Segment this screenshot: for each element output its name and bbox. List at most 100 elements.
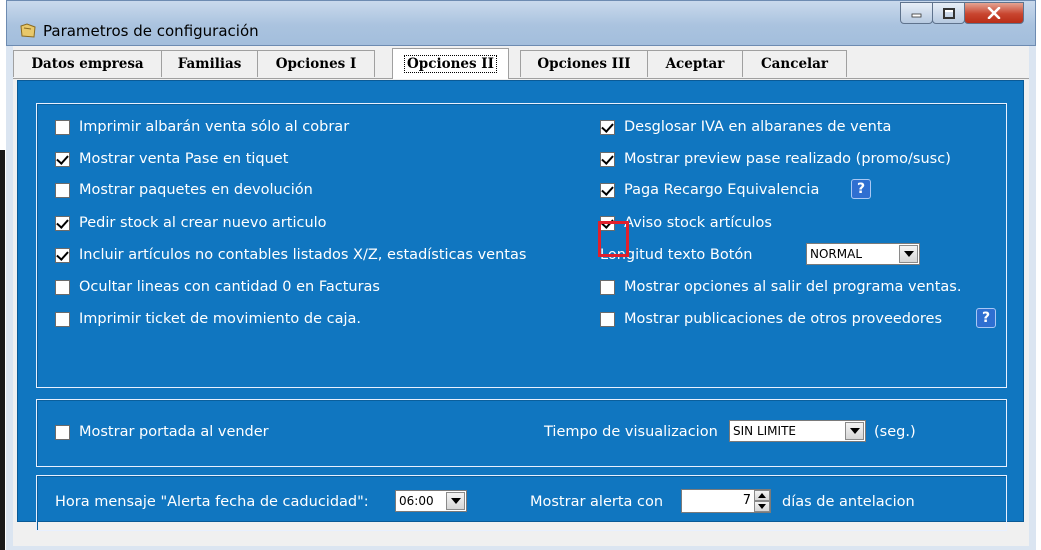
hora-select[interactable]: 06:00 [395,490,467,512]
tab-label: Opciones I [275,56,357,72]
maximize-icon [942,7,955,19]
select-value: SIN LIMITE [733,424,796,438]
app-icon [20,23,36,38]
option-label: Mostrar paquetes en devolución [79,182,313,198]
option-row[interactable]: Paga Recargo Equivalencia [600,180,819,200]
tiempo-select[interactable]: SIN LIMITE [729,420,866,442]
stepper-buttons [754,490,770,512]
tab-aceptar[interactable]: Aceptar [647,50,743,77]
highlight-box [598,221,629,257]
option-row[interactable]: Imprimir albarán venta sólo al cobrar [55,117,349,137]
checkbox[interactable] [55,424,70,440]
tab-label: Cancelar [760,56,829,72]
background-edge [0,150,5,550]
checkbox[interactable] [55,247,70,263]
option-label: Pedir stock al crear nuevo articulo [79,215,327,231]
tab-familias[interactable]: Familias [161,50,258,77]
option-label: Mostrar opciones al salir del programa v… [624,279,962,295]
maximize-button[interactable] [932,2,965,24]
option-row[interactable]: Pedir stock al crear nuevo articulo [55,213,327,233]
option-label: Mostrar preview pase realizado (promo/su… [624,151,951,167]
option-label: Paga Recargo Equivalencia [624,182,820,198]
option-row[interactable]: Incluir artículos no contables listados … [55,245,526,265]
checkbox[interactable] [600,311,615,327]
option-row[interactable]: Mostrar preview pase realizado (promo/su… [600,149,951,169]
checkbox[interactable] [600,151,615,167]
option-label: Imprimir ticket de movimiento de caja. [79,311,361,327]
select-value: 06:00 [399,494,434,508]
chevron-down-icon [849,428,860,434]
tab-cancelar[interactable]: Cancelar [742,50,847,77]
option-label: Mostrar portada al vender [79,424,269,440]
mostrar-alerta-row: Mostrar alerta con [530,492,663,512]
checkbox[interactable] [55,279,70,295]
dias-value[interactable]: 7 [682,490,754,512]
config-window: Parametros de configuración Datos empres… [6,0,1036,550]
option-label: Ocultar lineas con cantidad 0 en Factura… [79,279,380,295]
tab-opciones-iii[interactable]: Opciones III [520,50,648,77]
arrow-up-icon [758,493,766,498]
dias-label: días de antelacion [782,494,915,510]
option-row[interactable]: Mostrar venta Pase en tiquet [55,149,288,169]
tab-opciones-ii[interactable]: Opciones II [392,48,509,79]
option-row[interactable]: Ocultar lineas con cantidad 0 en Factura… [55,277,380,297]
minimize-button[interactable] [900,2,933,24]
option-label: Mostrar venta Pase en tiquet [79,151,289,167]
dias-stepper[interactable]: 7 [681,489,771,513]
tiempo-unit: (seg.) [874,424,916,440]
mostrar-alerta-label: Mostrar alerta con [530,494,664,510]
tiempo-label: Tiempo de visualizacion [544,424,718,440]
dias-row: días de antelacion [782,492,915,512]
help-icon[interactable]: ? [976,308,996,328]
help-icon[interactable]: ? [851,179,871,199]
checkbox[interactable] [55,311,70,327]
dropdown-button[interactable] [899,245,918,263]
dropdown-button[interactable] [845,422,864,440]
tab-opciones-i[interactable]: Opciones I [257,50,375,77]
option-label: Incluir artículos no contables listados … [79,247,527,263]
chevron-down-icon [450,498,461,504]
checkbox[interactable] [600,119,615,135]
stepper-up-button[interactable] [754,490,770,501]
checkbox[interactable] [55,119,70,135]
option-row[interactable]: Mostrar publicaciones de otros proveedor… [600,309,942,329]
hora-row: Hora mensaje "Alerta fecha de caducidad"… [55,492,369,512]
title-bar[interactable]: Parametros de configuración [6,0,1036,46]
window-title: Parametros de configuración [43,22,259,40]
tiempo-row: Tiempo de visualizacion [544,422,718,442]
checkbox[interactable] [55,215,70,231]
tab-label: Opciones II [404,55,497,73]
chevron-down-icon [903,251,914,257]
option-label: Aviso stock artículos [624,215,772,231]
option-label: Imprimir albarán venta sólo al cobrar [79,119,350,135]
close-button[interactable] [964,2,1024,24]
arrow-down-icon [758,504,766,509]
portada-row[interactable]: Mostrar portada al vender [55,422,269,442]
tab-datos-empresa[interactable]: Datos empresa [13,50,162,77]
option-row[interactable]: Desglosar IVA en albaranes de venta [600,117,891,137]
tab-label: Familias [177,56,242,72]
alerta-group: Hora mensaje "Alerta fecha de caducidad"… [36,475,1007,531]
checkbox[interactable] [600,279,615,295]
window-client: Datos empresa Familias Opciones I Opcion… [13,46,1029,546]
checkbox[interactable] [600,182,615,198]
hora-label: Hora mensaje "Alerta fecha de caducidad"… [55,494,369,510]
checkbox[interactable] [55,182,70,198]
option-row[interactable]: Imprimir ticket de movimiento de caja. [55,309,361,329]
option-row[interactable]: Mostrar opciones al salir del programa v… [600,277,961,297]
checkbox[interactable] [55,151,70,167]
options-panel: Imprimir albarán venta sólo al cobrar Mo… [17,80,1024,531]
option-label: Mostrar publicaciones de otros proveedor… [624,311,943,327]
tab-bar: Datos empresa Familias Opciones I Opcion… [13,46,1029,79]
tab-label: Aceptar [665,56,725,72]
select-value: NORMAL [810,247,863,261]
option-row[interactable]: Mostrar paquetes en devolución [55,180,313,200]
dropdown-button[interactable] [446,492,465,510]
close-icon [987,7,1001,19]
stepper-down-button[interactable] [754,501,770,512]
longitud-texto-select[interactable]: NORMAL [806,243,920,265]
portada-group: Mostrar portada al vender Tiempo de visu… [36,399,1007,467]
minimize-icon [911,13,921,18]
tiempo-unit-row: (seg.) [874,422,916,442]
option-label: Desglosar IVA en albaranes de venta [624,119,892,135]
